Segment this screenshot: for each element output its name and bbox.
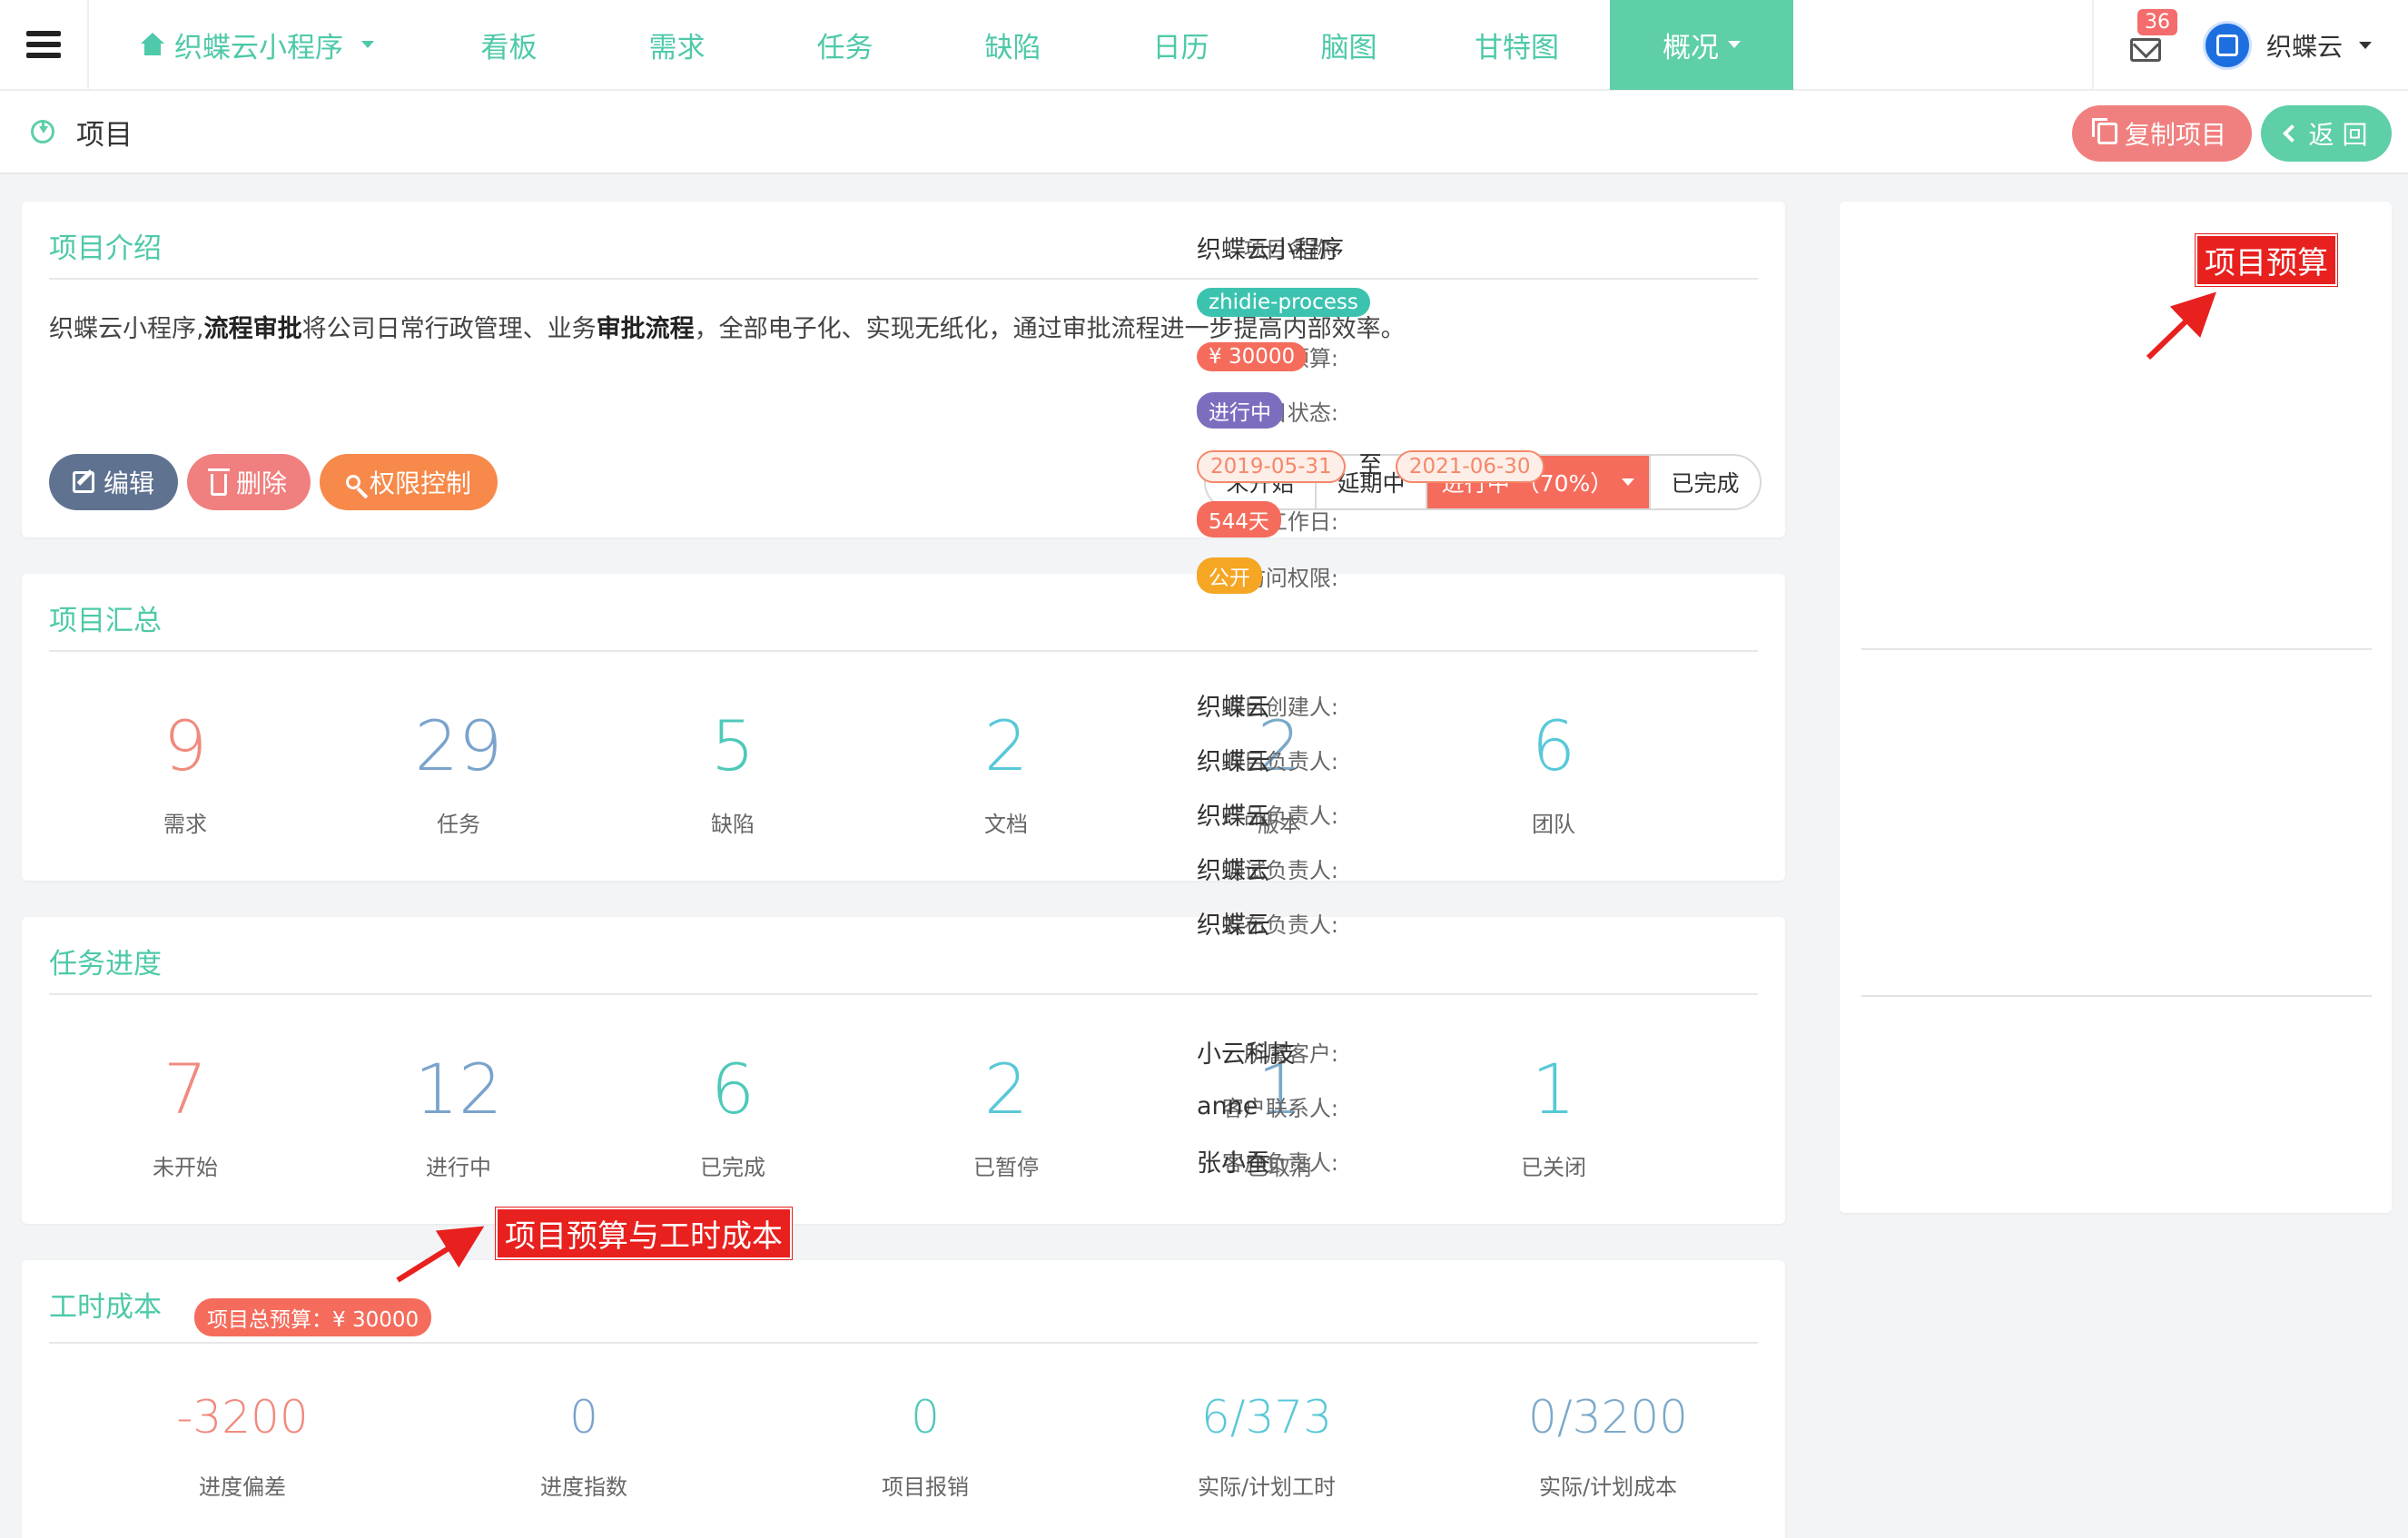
arrow-to-budget	[2146, 291, 2216, 360]
annotation-budget: 项目预算	[2196, 234, 2337, 286]
annotation-arrows	[396, 291, 2216, 1283]
annotation-budget-cost: 项目预算与工时成本	[496, 1208, 792, 1259]
arrow-to-cost	[396, 1226, 485, 1283]
